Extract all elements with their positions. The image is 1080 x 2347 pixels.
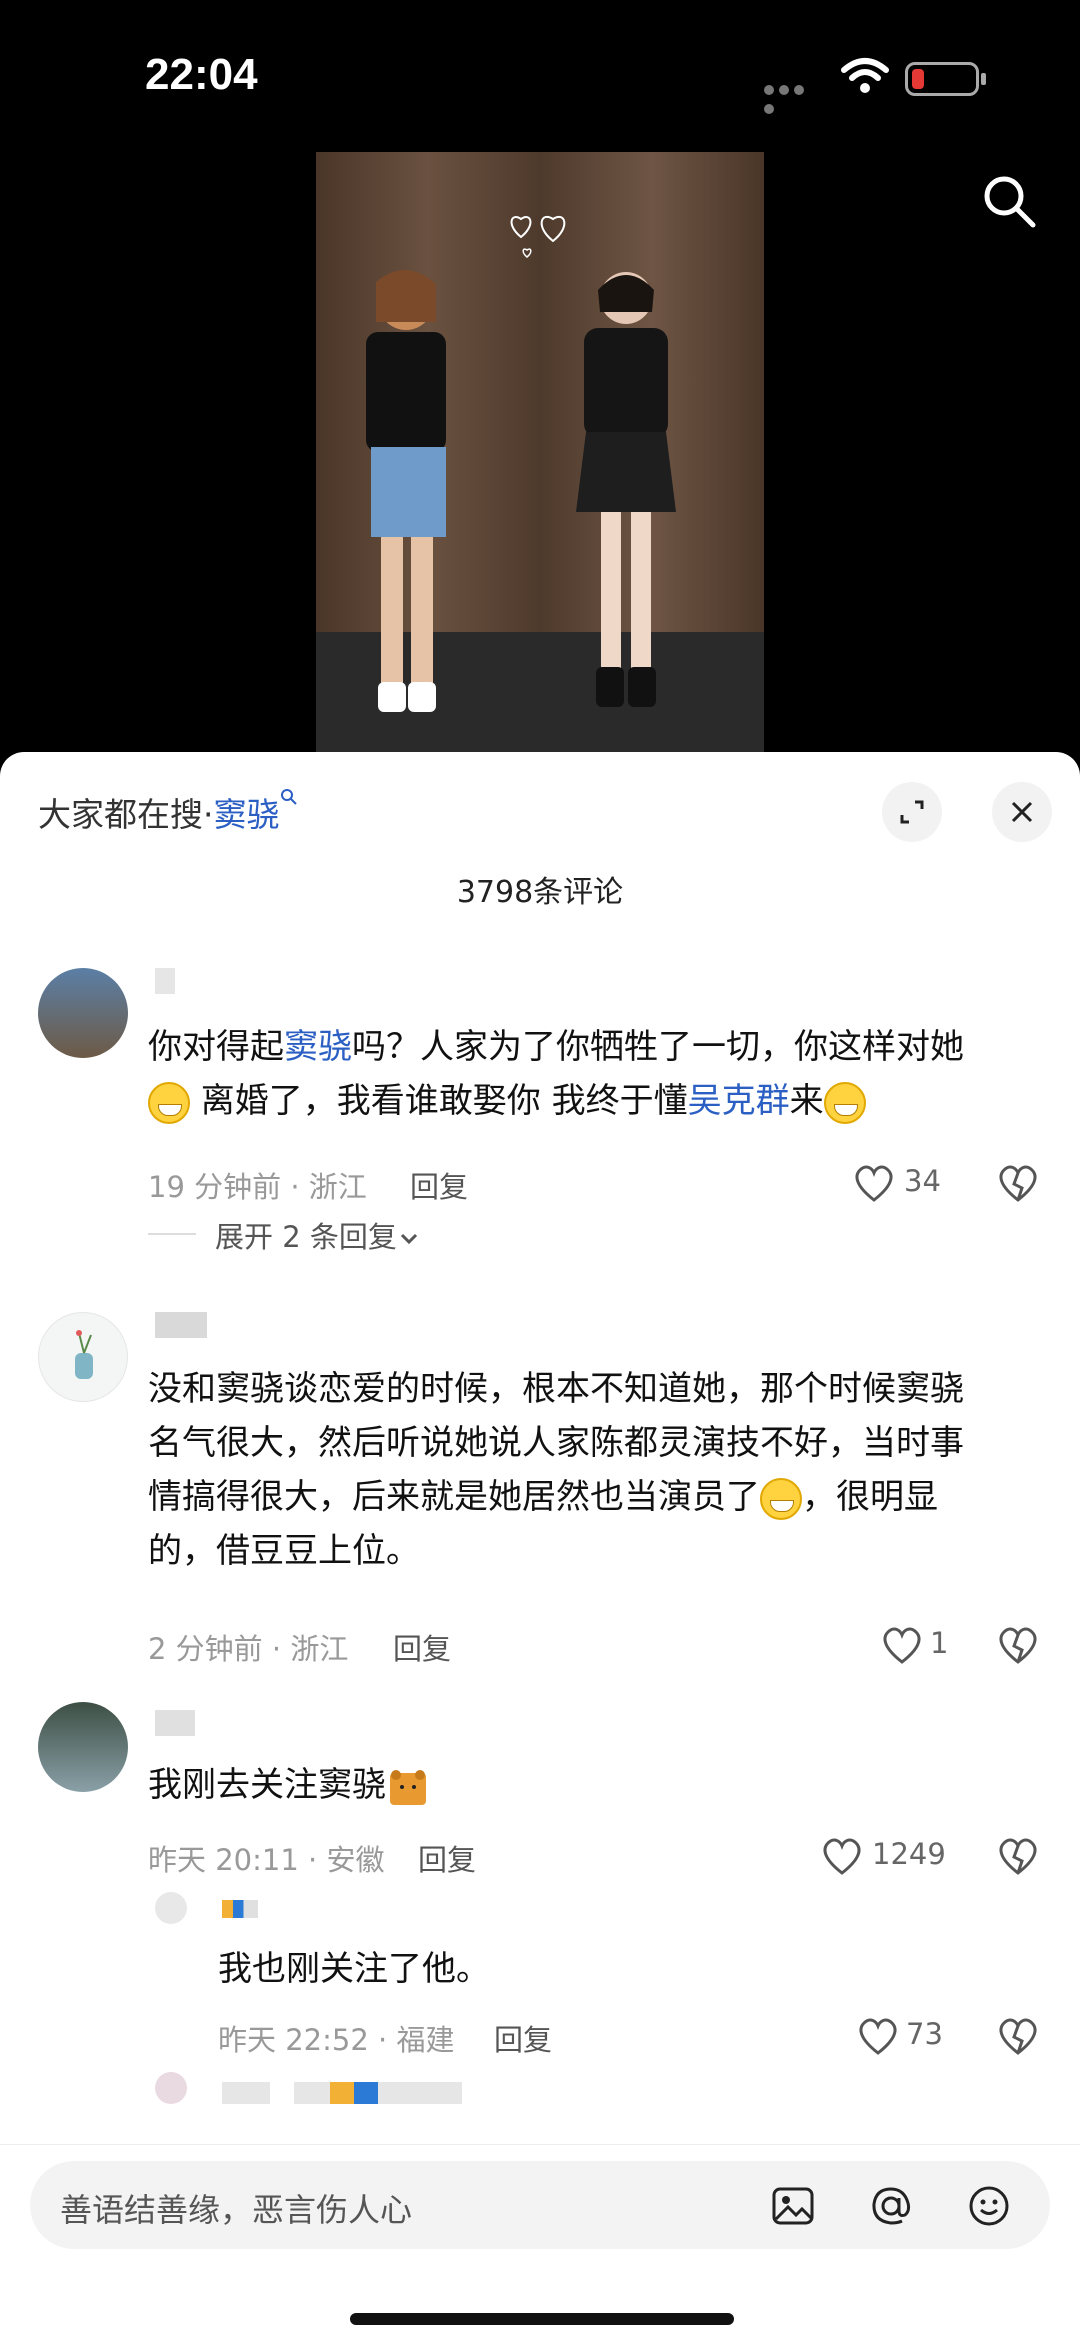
hot-search-bar[interactable]: 大家都在搜·窦骁 (38, 788, 298, 836)
avatar[interactable] (38, 1312, 128, 1402)
image-icon[interactable] (770, 2183, 816, 2229)
username-blurred[interactable] (222, 1900, 258, 1918)
battery-icon (905, 62, 986, 96)
comment-text: 我刚去关注窦骁 (148, 1758, 1048, 1812)
vase-icon (75, 1330, 93, 1379)
reply-text: 我也刚关注了他。 (218, 1949, 490, 1989)
hearts-overlay-icon (510, 216, 566, 258)
dislike-icon[interactable] (996, 1837, 1040, 1877)
mention-icon[interactable] (868, 2183, 914, 2229)
like-count: 1249 (872, 1837, 946, 1871)
like-count: 73 (906, 2017, 943, 2051)
comments-sheet: 大家都在搜·窦骁 3798条评论 你对得起窦骁吗？人家为了你牺牲了一切，你这样对… (0, 752, 1080, 2346)
comment-count: 3798条评论 (456, 875, 624, 910)
comment-text: 你对得起窦骁吗？人家为了你牺牲了一切，你这样对她 离婚了，我看谁敢娶你 我终于懂… (148, 1020, 1048, 1128)
reply-meta: 昨天 22:52 · 福建 (218, 2023, 455, 2057)
comment-input-placeholder: 善语结善缘，恶言伤人心 (60, 2191, 413, 2229)
comment-meta: 19 分钟前 · 浙江 (148, 1170, 367, 1204)
comment-meta: 2 分钟前 · 浙江 (148, 1632, 349, 1666)
video-person-left (366, 269, 446, 712)
home-indicator[interactable] (350, 2313, 734, 2325)
like-icon[interactable] (880, 1626, 924, 1666)
username-blurred[interactable] (155, 1710, 195, 1736)
video-player[interactable] (316, 152, 764, 752)
status-bar: 22:04 (0, 0, 1080, 150)
comment-meta: 昨天 20:11 · 安徽 (148, 1843, 385, 1877)
bear-emoji-icon (390, 1769, 426, 1805)
emoji-icon[interactable] (966, 2183, 1012, 2229)
signal-icon (764, 80, 822, 114)
like-icon[interactable] (820, 1837, 864, 1877)
video-person-right (576, 272, 676, 707)
like-count: 34 (904, 1164, 941, 1198)
keyword-link[interactable]: 窦骁 (284, 1027, 352, 1067)
username-blurred[interactable] (222, 2082, 462, 2104)
comment-input-bar: 善语结善缘，恶言伤人心 (0, 2144, 1080, 2347)
avatar[interactable] (155, 2072, 187, 2104)
grin-emoji-icon (148, 1081, 190, 1124)
avatar[interactable] (38, 1702, 128, 1792)
hot-search-keyword[interactable]: 窦骁 (214, 795, 280, 834)
hot-search-prefix: 大家都在搜· (38, 795, 214, 834)
wifi-icon (841, 58, 889, 93)
reply-button[interactable]: 回复 (494, 2017, 552, 2059)
grin-emoji-icon (823, 1081, 866, 1124)
username-blurred[interactable] (155, 968, 175, 994)
divider (148, 1233, 196, 1235)
close-icon (1011, 801, 1033, 823)
like-icon[interactable] (856, 2017, 900, 2057)
dislike-icon[interactable] (996, 1164, 1040, 1204)
dislike-icon[interactable] (996, 1626, 1040, 1666)
search-small-icon (280, 789, 297, 805)
expand-replies-button[interactable]: 展开 2 条回复 (215, 1214, 421, 1256)
reply-button[interactable]: 回复 (410, 1164, 468, 1206)
keyword-link[interactable]: 吴克群 (688, 1081, 790, 1121)
chevron-down-icon (400, 1233, 417, 1245)
avatar[interactable] (38, 968, 128, 1058)
comment-input[interactable]: 善语结善缘，恶言伤人心 (30, 2161, 1050, 2249)
avatar[interactable] (155, 1892, 187, 1924)
dislike-icon[interactable] (996, 2017, 1040, 2057)
username-blurred[interactable] (155, 1312, 207, 1338)
like-icon[interactable] (852, 1164, 896, 1204)
grin-emoji-icon (760, 1477, 802, 1520)
status-time: 22:04 (145, 50, 258, 99)
expand-icon (900, 800, 924, 824)
expand-button[interactable] (882, 782, 942, 842)
search-icon[interactable] (980, 172, 1040, 232)
like-count: 1 (930, 1626, 949, 1660)
reply-button[interactable]: 回复 (418, 1837, 476, 1879)
comment-text: 没和窦骁谈恋爱的时候，根本不知道她，那个时候窦骁 名气很大，然后听说她说人家陈都灵… (148, 1369, 964, 1571)
close-button[interactable] (992, 782, 1052, 842)
reply-button[interactable]: 回复 (393, 1626, 451, 1668)
